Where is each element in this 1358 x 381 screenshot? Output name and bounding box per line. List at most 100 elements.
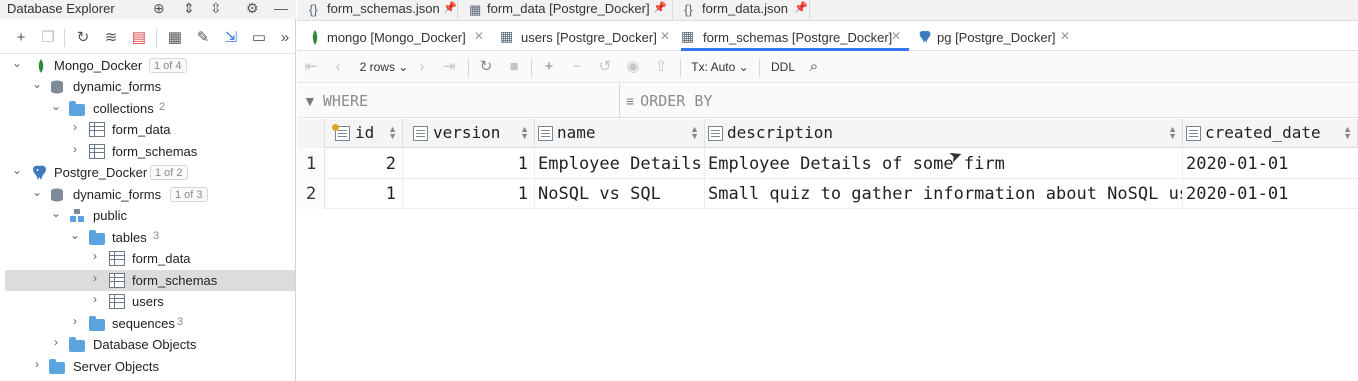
tree-item-pg-dynamic-forms[interactable]: ⌄ dynamic_forms 1 of 3 bbox=[5, 184, 295, 205]
copy-icon[interactable]: ❐ bbox=[38, 28, 58, 48]
refresh-icon[interactable]: ↻ bbox=[477, 57, 495, 77]
table-row[interactable]: 2 1 1 NoSQL vs SQL Small quiz to gather … bbox=[297, 179, 1358, 209]
column-header-name[interactable]: name ▲ ▼ bbox=[535, 119, 705, 148]
cell-version[interactable]: 1 bbox=[403, 149, 535, 179]
stop-icon[interactable]: ■ bbox=[505, 57, 523, 77]
chevron-right-icon[interactable]: › bbox=[88, 292, 102, 306]
tree-item-database-objects[interactable]: › Database Objects bbox=[5, 334, 295, 355]
chevron-right-icon[interactable]: › bbox=[88, 271, 102, 285]
minimize-icon[interactable]: — bbox=[274, 0, 288, 16]
close-icon[interactable]: ✕ bbox=[474, 29, 484, 43]
chevron-right-icon[interactable]: › bbox=[30, 357, 44, 371]
last-page-icon[interactable]: ⇥ bbox=[441, 57, 457, 77]
column-header-description[interactable]: description ▲ ▼ bbox=[705, 119, 1183, 148]
tree-item-label: Database Objects bbox=[93, 337, 197, 352]
chevron-right-icon[interactable]: › bbox=[68, 314, 82, 328]
sort-arrows-icon[interactable]: ▲ ▼ bbox=[1168, 125, 1177, 141]
previous-page-icon[interactable]: ‹ bbox=[330, 57, 346, 77]
tab-mongo[interactable]: mongo [Mongo_Docker] ✕ bbox=[310, 23, 488, 51]
cell-created-date[interactable]: 2020-01-01 bbox=[1183, 179, 1358, 209]
cell-created-date[interactable]: 2020-01-01 bbox=[1183, 149, 1358, 179]
next-page-icon[interactable]: › bbox=[414, 57, 430, 77]
column-header-id[interactable]: id ▲ ▼ bbox=[325, 119, 403, 148]
refresh-icon[interactable]: ↻ bbox=[73, 28, 93, 48]
pin-icon[interactable]: 📌 bbox=[443, 1, 457, 14]
sort-arrows-icon[interactable]: ▲ ▼ bbox=[690, 125, 699, 141]
close-icon[interactable]: ✕ bbox=[660, 29, 670, 43]
tree-item-public[interactable]: ⌄ public bbox=[5, 205, 295, 226]
column-header-version[interactable]: version ▲ ▼ bbox=[403, 119, 535, 148]
edit-icon[interactable]: ✎ bbox=[193, 28, 213, 48]
table-row[interactable]: 1 2 1 Employee Details Employee Details … bbox=[297, 149, 1358, 179]
cell-description[interactable]: Employee Details of some firm bbox=[705, 149, 1183, 179]
chevron-down-icon[interactable]: ⌄ bbox=[30, 185, 44, 199]
chevron-down-icon[interactable]: ⌄ bbox=[10, 163, 24, 177]
order-by-input[interactable]: ≡ ORDER BY bbox=[626, 92, 712, 110]
ddl-button[interactable]: DDL bbox=[769, 57, 797, 77]
sort-arrows-icon[interactable]: ▲ ▼ bbox=[520, 125, 529, 141]
file-tab-form-schemas-json[interactable]: {} form_schemas.json 📌 bbox=[309, 0, 459, 21]
pin-icon[interactable]: 📌 bbox=[794, 1, 808, 14]
tab-form-schemas[interactable]: ▦ form_schemas [Postgre_Docker] ✕ bbox=[681, 23, 909, 51]
file-tab-form-data-postgre[interactable]: ▦ form_data [Postgre_Docker] 📌 bbox=[469, 0, 669, 21]
cell-id[interactable]: 1 bbox=[325, 179, 403, 209]
gear-icon[interactable]: ⚙ bbox=[246, 0, 259, 17]
jump-to-source-icon[interactable]: ⇲ bbox=[221, 28, 241, 48]
sort-arrows-icon[interactable]: ▲ ▼ bbox=[388, 125, 397, 141]
transaction-mode-dropdown[interactable]: Tx: Auto ⌄ bbox=[691, 57, 749, 77]
close-icon[interactable]: ✕ bbox=[891, 29, 901, 43]
tree-item-collections[interactable]: ⌄ collections 2 bbox=[5, 98, 295, 119]
chevron-down-icon[interactable]: ⌄ bbox=[30, 77, 44, 91]
preview-icon[interactable]: ◉ bbox=[624, 57, 642, 77]
tree-item-mongo-form-schemas[interactable]: › form_schemas bbox=[5, 141, 295, 162]
add-row-icon[interactable]: + bbox=[540, 57, 558, 77]
chevron-right-icon[interactable]: › bbox=[88, 249, 102, 263]
tree-item-mongo-docker[interactable]: ⌄ Mongo_Docker 1 of 4 bbox=[5, 55, 295, 76]
more-icon[interactable]: » bbox=[275, 28, 295, 48]
tab-pg[interactable]: pg [Postgre_Docker] ✕ bbox=[918, 23, 1078, 51]
chevron-down-icon[interactable]: ⌄ bbox=[68, 228, 82, 242]
cell-name[interactable]: Employee Details bbox=[535, 149, 705, 179]
submit-icon[interactable]: ⇧ bbox=[652, 57, 670, 77]
query-console-icon[interactable]: ▭ bbox=[249, 28, 269, 48]
pin-icon[interactable]: 📌 bbox=[653, 1, 667, 14]
chevron-right-icon[interactable]: › bbox=[68, 120, 82, 134]
chevron-right-icon[interactable]: › bbox=[49, 335, 63, 349]
tree-item-server-objects[interactable]: › Server Objects bbox=[5, 356, 295, 377]
tree-item-mongo-form-data[interactable]: › form_data bbox=[5, 119, 295, 140]
target-icon[interactable]: ⊕ bbox=[153, 0, 165, 17]
chevron-down-icon[interactable]: ⌄ bbox=[49, 206, 63, 220]
tree-item-users[interactable]: › users bbox=[5, 291, 295, 312]
tree-item-sequences[interactable]: › sequences 3 bbox=[5, 313, 295, 334]
database-stop-icon[interactable]: ▤ bbox=[129, 28, 149, 48]
first-page-icon[interactable]: ⇤ bbox=[303, 57, 319, 77]
collapse-all-icon[interactable]: ⇳ bbox=[210, 0, 222, 17]
revert-icon[interactable]: ↺ bbox=[596, 57, 614, 77]
table-view-icon[interactable]: ▦ bbox=[165, 28, 185, 48]
chevron-right-icon[interactable]: › bbox=[68, 142, 82, 156]
search-icon[interactable]: ⌕ bbox=[805, 57, 823, 77]
column-header-created-date[interactable]: created_date ▲ ▼ bbox=[1183, 119, 1358, 148]
cell-version[interactable]: 1 bbox=[403, 179, 535, 209]
tab-users[interactable]: ▦ users [Postgre_Docker] ✕ bbox=[500, 23, 670, 51]
delete-row-icon[interactable]: − bbox=[568, 57, 586, 77]
cell-name[interactable]: NoSQL vs SQL bbox=[535, 179, 705, 209]
chevron-down-icon[interactable]: ⌄ bbox=[49, 99, 63, 113]
file-tab-form-data-json[interactable]: {} form_data.json 📌 bbox=[684, 0, 814, 21]
tree-item-label: users bbox=[132, 294, 164, 309]
close-icon[interactable]: ✕ bbox=[1060, 29, 1070, 43]
cell-id[interactable]: 2 bbox=[325, 149, 403, 179]
chevron-down-icon[interactable]: ⌄ bbox=[10, 56, 24, 70]
where-filter-input[interactable]: ▼ WHERE bbox=[303, 92, 368, 110]
tree-item-pg-form-schemas[interactable]: › form_schemas bbox=[5, 270, 295, 291]
schema-sync-icon[interactable]: ≋ bbox=[101, 28, 121, 48]
cell-description[interactable]: Small quiz to gather information about N… bbox=[705, 179, 1183, 209]
add-icon[interactable]: + bbox=[11, 28, 31, 48]
tree-item-pg-form-data[interactable]: › form_data bbox=[5, 248, 295, 269]
tree-item-postgre-docker[interactable]: ⌄ Postgre_Docker 1 of 2 bbox=[5, 162, 295, 183]
tree-item-tables[interactable]: ⌄ tables 3 bbox=[5, 227, 295, 248]
expand-all-icon[interactable]: ⇕ bbox=[183, 0, 195, 17]
rows-count-dropdown[interactable]: 2 rows ⌄ bbox=[359, 57, 409, 77]
tree-item-mongo-dynamic-forms[interactable]: ⌄ dynamic_forms bbox=[5, 76, 295, 97]
sort-arrows-icon[interactable]: ▲ ▼ bbox=[1343, 125, 1352, 141]
